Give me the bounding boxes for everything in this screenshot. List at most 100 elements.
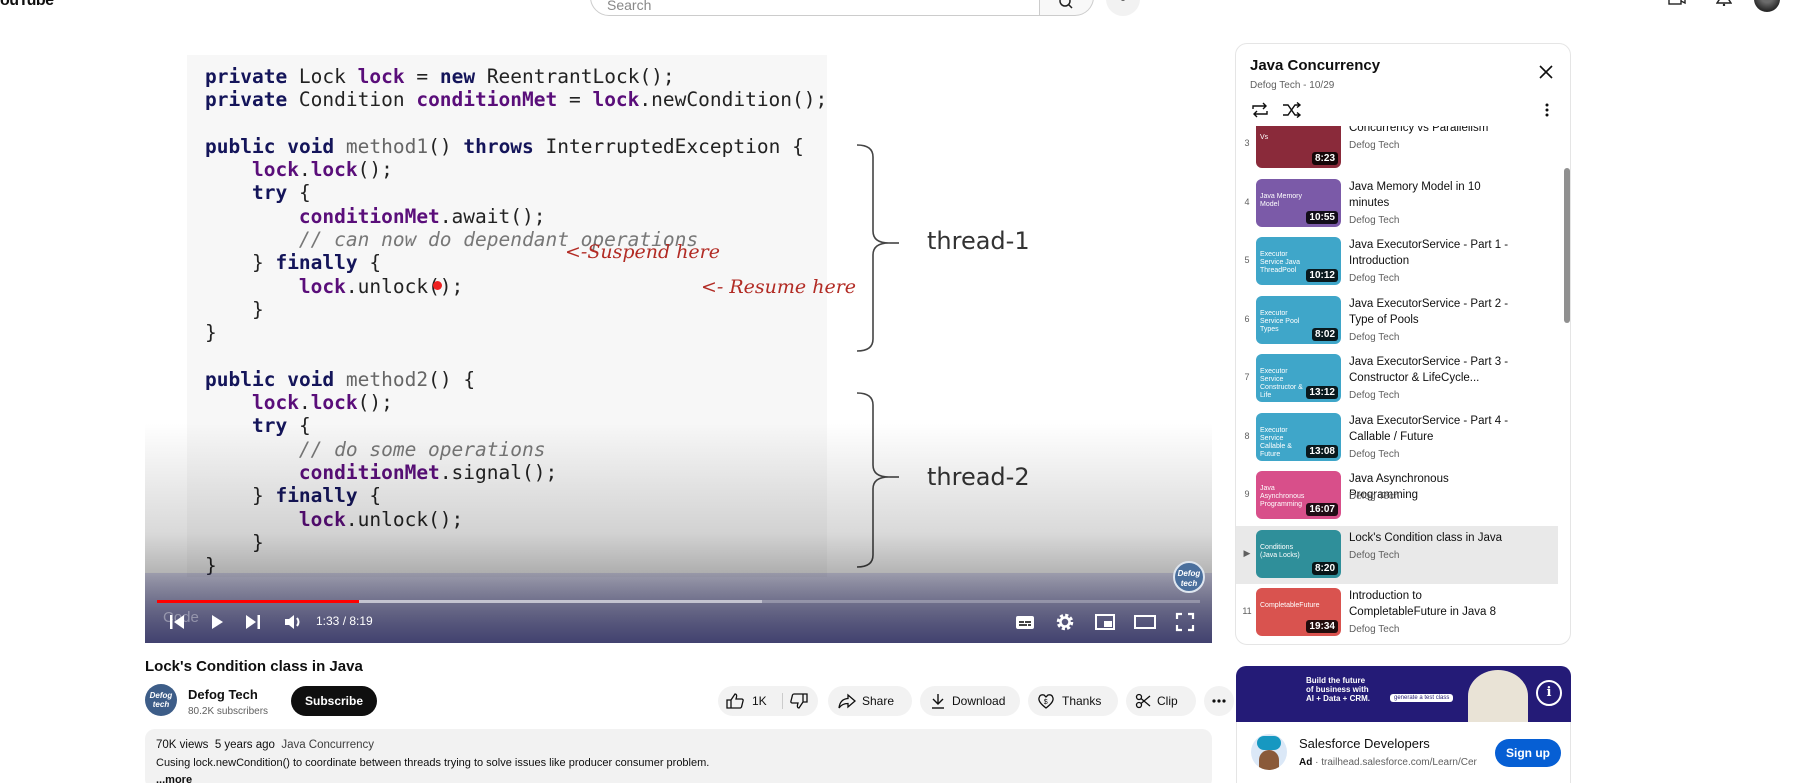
description-text: Cusing lock.newCondition() to coordinate… (156, 757, 710, 769)
channel-name[interactable]: Defog Tech (188, 687, 258, 702)
playlist-thumbnail[interactable]: Java Asynchronous Programming 16:07 (1256, 471, 1341, 519)
download-button[interactable]: Download (920, 686, 1020, 716)
playlist-item[interactable]: 12What are coroutines (aka JavaDefog Tec… (1236, 643, 1558, 645)
signup-button[interactable]: Sign up (1495, 739, 1561, 767)
duration-badge: 16:07 (1306, 503, 1338, 516)
description-box[interactable]: 70K views 5 years ago Java Concurrency C… (145, 729, 1212, 783)
annotation-resume: <- Resume here (701, 276, 857, 298)
playlist-link[interactable]: Java Concurrency (281, 739, 374, 751)
loop-icon[interactable] (1250, 102, 1270, 118)
channel-avatar[interactable]: Defog tech (145, 684, 177, 716)
progress-bar[interactable] (157, 600, 1200, 603)
playlist-item-title[interactable]: Java ExecutorService - Part 1 - Introduc… (1349, 237, 1519, 269)
video-player[interactable]: private Lock lock = new ReentrantLock();… (145, 43, 1212, 643)
playlist-item[interactable]: 3 Vs 8:23 Concurrency vs Parallelism Defog T… (1236, 126, 1558, 174)
info-icon[interactable]: i (1536, 680, 1562, 706)
playlist-title[interactable]: Java Concurrency (1250, 57, 1380, 74)
ad-banner-button: generate a test class (1390, 694, 1454, 702)
playlist-item-title[interactable]: Java ExecutorService - Part 4 - Callable… (1349, 413, 1519, 445)
clip-button[interactable]: Clip (1126, 686, 1196, 716)
playlist-item-index: 11 (1242, 606, 1252, 616)
thumbnail-caption: Executor Service Java ThreadPool (1260, 251, 1301, 274)
playlist-thumbnail[interactable]: Conditions (Java Locks) 8:20 (1256, 529, 1341, 578)
miniplayer-icon[interactable] (1093, 610, 1117, 634)
playlist-scrollbar[interactable] (1564, 168, 1570, 323)
like-icon[interactable] (726, 693, 744, 709)
show-more-link[interactable]: ...more (156, 774, 192, 783)
advertiser-name[interactable]: Salesforce Developers (1299, 736, 1430, 751)
fullscreen-icon[interactable] (1173, 610, 1197, 634)
code-line: private Condition conditionMet = lock.ne… (205, 88, 828, 112)
playlist-item[interactable]: 6 Executor Service Pool Types 8:02 Java Exe… (1236, 292, 1558, 350)
playlist-thumbnail[interactable]: Executor Service Constructor & Life 13:12 (1256, 354, 1341, 402)
playlist-item[interactable]: 11 CompletableFuture 19:34 Introduction to … (1236, 584, 1558, 642)
close-icon[interactable] (1538, 64, 1554, 80)
upload-age: 5 years ago (214, 739, 275, 751)
subscribe-button[interactable]: Subscribe (291, 686, 378, 716)
time-display: 1:33 / 8:19 (316, 614, 373, 628)
settings-gear-icon[interactable] (1053, 610, 1077, 634)
playlist-item[interactable]: 7 Executor Service Constructor & Life 13:1… (1236, 350, 1558, 408)
playlist-item-index: 4 (1244, 196, 1250, 207)
dislike-icon[interactable] (790, 693, 808, 709)
playlist-item[interactable]: 5 Executor Service Java ThreadPool 10:12 Ja… (1236, 233, 1558, 291)
channel-watermark[interactable]: Defog tech (1173, 561, 1205, 593)
masthead: ouTube Search (0, 0, 1805, 16)
playlist-item-index: 6 (1244, 313, 1250, 324)
next-icon[interactable] (241, 610, 265, 634)
playlist-item[interactable]: 8 Executor Service Callable & Future 13:08… (1236, 409, 1558, 467)
salesforce-cloud-icon (1257, 736, 1281, 750)
create-icon[interactable] (1668, 0, 1686, 6)
playlist-item-title[interactable]: Java Memory Model in 10 minutes (1349, 179, 1519, 211)
playlist-thumbnail[interactable]: CompletableFuture 19:34 (1256, 588, 1341, 636)
thumbnail-caption: Java Memory Model (1260, 192, 1303, 208)
youtube-logo[interactable]: ouTube (0, 0, 54, 10)
share-label: Share (862, 694, 895, 708)
ad-banner-line-2: of business with (1306, 685, 1369, 694)
search-input[interactable]: Search (590, 0, 1040, 16)
ad-banner[interactable]: Build the future of business with AI + D… (1236, 666, 1571, 722)
playlist-thumbnail[interactable]: Executor Service Java ThreadPool 10:12 (1256, 237, 1341, 285)
notifications-icon[interactable] (1716, 0, 1732, 6)
shuffle-icon[interactable] (1282, 102, 1302, 118)
like-count[interactable]: 1K (752, 686, 767, 716)
playlist-thumbnail[interactable]: Java Memory Model 10:55 (1256, 178, 1341, 227)
voice-search-button[interactable] (1106, 0, 1140, 16)
more-actions-button[interactable] (1204, 686, 1234, 716)
playlist-item-title[interactable]: Concurrency vs Parallelism (1349, 126, 1519, 136)
previous-icon[interactable] (165, 610, 189, 634)
duration-badge: 19:34 (1306, 620, 1338, 633)
code-line: public void method1() throws Interrupted… (205, 134, 804, 158)
playlist-item[interactable]: 4 Java Memory Model 10:55 Java Memory Model… (1236, 175, 1558, 233)
playlist-item-title[interactable]: Java ExecutorService - Part 2 - Type of … (1349, 296, 1519, 328)
subtitles-icon[interactable] (1013, 610, 1037, 634)
playlist-item-title[interactable]: Lock's Condition class in Java (1349, 530, 1519, 546)
account-avatar[interactable] (1754, 0, 1780, 12)
annotation-suspend: <-Suspend here (565, 241, 720, 263)
theater-mode-icon[interactable] (1133, 610, 1157, 634)
code-line: lock.lock(); (251, 158, 393, 182)
search-button[interactable] (1040, 0, 1094, 16)
playlist-item-current[interactable]: ▶ Conditions (Java Locks) 8:20 Lock's Condi… (1236, 525, 1558, 584)
thumbnail-caption: Java Asynchronous Programming (1260, 485, 1305, 508)
playlist-thumbnail[interactable]: Executor Service Callable & Future 13:08 (1256, 412, 1341, 461)
playlist-thumbnail[interactable]: Vs 8:23 (1256, 126, 1341, 168)
playlist-item-index: 3 (1244, 138, 1250, 148)
clip-label: Clip (1157, 694, 1178, 708)
more-vertical-icon[interactable] (1544, 102, 1550, 118)
volume-icon[interactable] (281, 610, 305, 634)
playlist-item-channel: Defog Tech (1349, 331, 1400, 343)
code-line: private Lock lock = new ReentrantLock(); (205, 65, 675, 88)
playlist-item[interactable]: 9 Java Asynchronous Programming 16:07 Java … (1236, 467, 1558, 525)
thanks-button[interactable]: $ Thanks (1028, 686, 1118, 716)
playlist-item-title[interactable]: Introduction to CompletableFuture in Jav… (1349, 588, 1519, 620)
ad-card[interactable]: Salesforce Developers Ad · trailhead.sal… (1236, 722, 1571, 783)
thanks-label: Thanks (1062, 694, 1102, 708)
share-button[interactable]: Share (828, 686, 912, 716)
advertiser-avatar[interactable] (1251, 734, 1287, 770)
thumbnail-caption: Conditions (Java Locks) (1260, 543, 1300, 559)
play-icon[interactable] (205, 610, 229, 634)
playlist-thumbnail[interactable]: Executor Service Pool Types 8:02 (1256, 295, 1341, 344)
playlist-item-title[interactable]: Java ExecutorService - Part 3 - Construc… (1349, 354, 1519, 386)
